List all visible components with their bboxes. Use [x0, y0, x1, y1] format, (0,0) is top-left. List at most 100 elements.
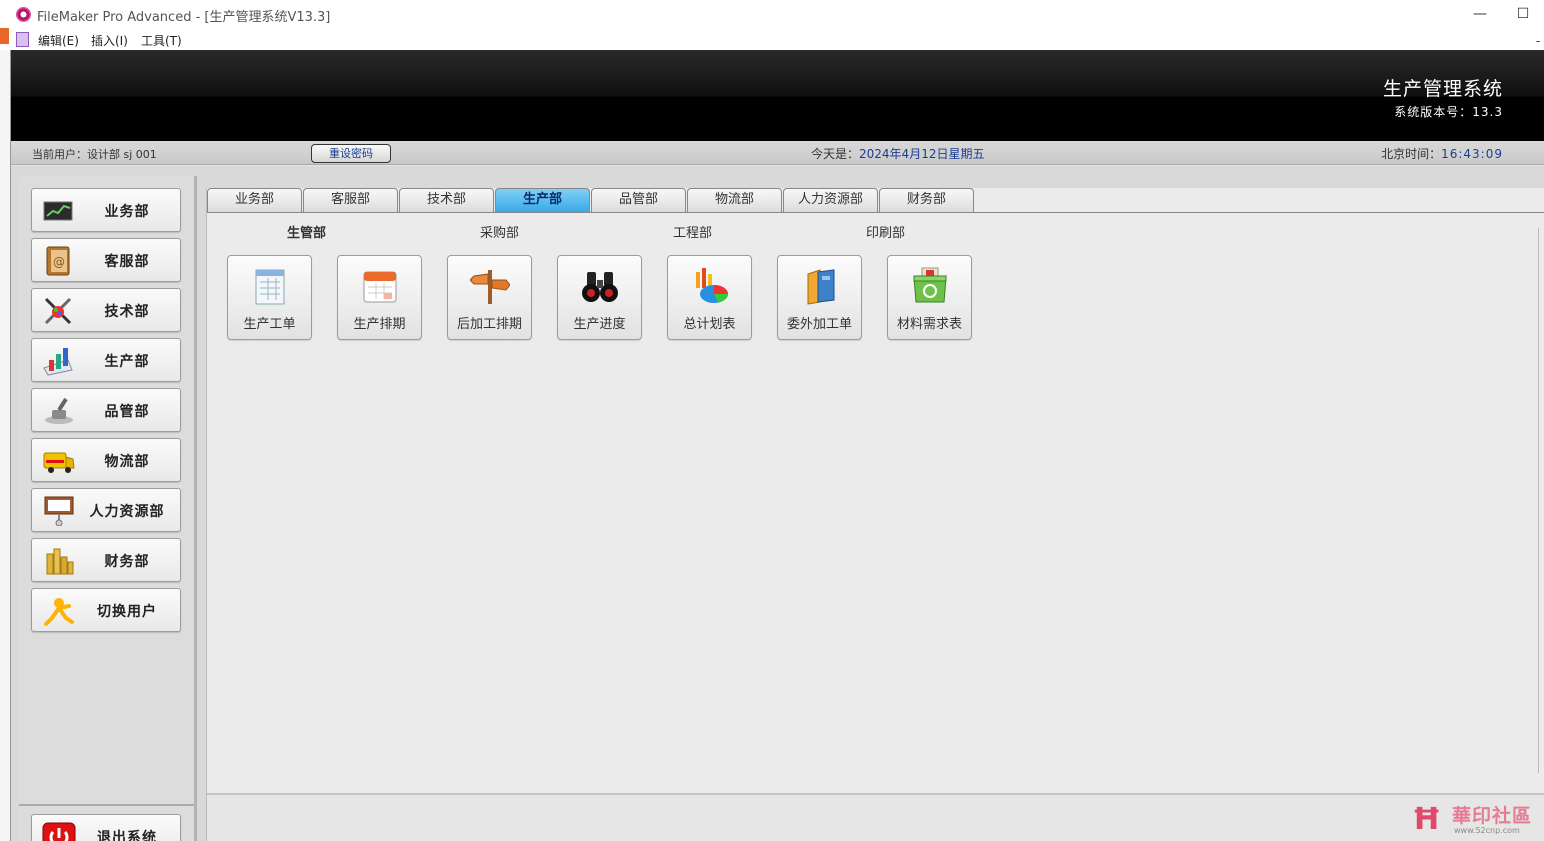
watermark: Ħ 華印社區 www.52cnp.com: [1412, 801, 1542, 839]
sidebar-divider: [19, 804, 194, 806]
tab-technical[interactable]: 技术部: [399, 188, 494, 212]
today-value: 2024年4月12日星期五: [859, 147, 985, 161]
sidebar-item-logistics[interactable]: 物流部: [31, 438, 181, 482]
sidebar-item-finance[interactable]: 财务部: [31, 538, 181, 582]
beijing-time: 北京时间：16:43:09: [1381, 145, 1503, 162]
chart-board-icon: [43, 201, 73, 221]
status-bar: 当前用户：设计部 sj 001 重设密码 今天是：2024年4月12日星期五 北…: [11, 141, 1544, 165]
time-value: 16:43:09: [1441, 147, 1503, 161]
sidebar-item-label: 财务部: [104, 554, 150, 570]
sidebar: 业务部 @ 客服部 技术部 生产部 品管部 物流部 人力资源部 财务部 切换用户…: [19, 176, 197, 841]
svg-text:@: @: [53, 255, 65, 269]
delivery-truck-icon: [43, 452, 75, 473]
sidebar-item-label: 业务部: [104, 204, 150, 220]
sidebar-item-production[interactable]: 生产部: [31, 338, 181, 382]
folder-icon: [807, 269, 835, 305]
tools-palette-icon: [44, 297, 72, 325]
menu-edit[interactable]: 编辑(E): [38, 32, 79, 49]
content-footer: Ħ 華印社區 www.52cnp.com: [207, 793, 1544, 841]
maximize-button[interactable]: ☐: [1513, 4, 1533, 24]
calendar-icon: [363, 271, 397, 303]
sidebar-item-label: 技术部: [104, 304, 150, 320]
current-user-text: 当前用户：设计部 sj 001: [32, 148, 157, 161]
post-processing-schedule-label: 后加工排期: [456, 317, 522, 332]
body-area: 业务部 @ 客服部 技术部 生产部 品管部 物流部 人力资源部 财务部 切换用户…: [11, 166, 1544, 841]
section-label-printing: 印刷部: [866, 226, 906, 241]
watermark-logo-icon: Ħ: [1412, 802, 1442, 837]
production-progress-label: 生产进度: [573, 317, 626, 332]
tab-production[interactable]: 生产部: [495, 188, 590, 212]
minimize-button[interactable]: —: [1470, 4, 1490, 24]
sidebar-item-label: 物流部: [104, 454, 150, 470]
sidebar-item-hr[interactable]: 人力资源部: [31, 488, 181, 532]
today-label: 今天是：: [811, 147, 860, 161]
power-icon: [42, 822, 76, 841]
sidebar-item-label: 人力资源部: [89, 504, 165, 520]
window-title-bar: FileMaker Pro Advanced - [生产管理系统V13.3] —…: [0, 0, 1544, 28]
master-plan-label: 总计划表: [683, 317, 736, 332]
section-label-purchasing: 采购部: [480, 226, 520, 241]
document-minimize-button[interactable]: -: [1536, 34, 1540, 48]
post-processing-schedule-button[interactable]: 后加工排期: [447, 255, 532, 340]
content-scrollbar[interactable]: [1538, 228, 1539, 773]
sidebar-item-quality[interactable]: 品管部: [31, 388, 181, 432]
app-frame: 生产管理系统 系统版本号：13.3 当前用户：设计部 sj 001 重设密码 今…: [10, 50, 1544, 841]
switch-user-button[interactable]: 切换用户: [31, 588, 181, 632]
user-switch-icon: [44, 598, 74, 626]
section-label-engineering: 工程部: [673, 226, 713, 241]
menu-tools[interactable]: 工具(T): [141, 32, 182, 49]
tab-customer-service[interactable]: 客服部: [303, 188, 398, 212]
work-order-button[interactable]: 生产工单: [227, 255, 312, 340]
sidebar-item-label: 切换用户: [97, 604, 157, 620]
address-book-icon: @: [46, 246, 70, 276]
tab-divider: [207, 212, 1544, 213]
sidebar-item-business[interactable]: 业务部: [31, 188, 181, 232]
material-requirement-label: 材料需求表: [896, 317, 962, 332]
document-icon: [16, 32, 29, 47]
binoculars-icon: [582, 272, 618, 302]
watermark-text: 華印社區: [1452, 805, 1533, 827]
window-title: FileMaker Pro Advanced - [生产管理系统V13.3]: [37, 10, 331, 25]
master-plan-button[interactable]: 总计划表: [667, 255, 752, 340]
pie-chart-icon: [696, 268, 728, 303]
exit-system-label: 退出系统: [97, 830, 157, 841]
production-schedule-button[interactable]: 生产排期: [337, 255, 422, 340]
recycle-bin-icon: [913, 267, 947, 303]
reset-password-button[interactable]: 重设密码: [311, 144, 391, 163]
outsourcing-order-label: 委外加工单: [786, 317, 852, 332]
tab-business[interactable]: 业务部: [207, 188, 302, 212]
signpost-icon: [470, 270, 510, 304]
menu-insert[interactable]: 插入(I): [91, 32, 128, 49]
outsourcing-order-button[interactable]: 委外加工单: [777, 255, 862, 340]
menu-bar: 编辑(E) 插入(I) 工具(T) -: [0, 28, 1544, 50]
exit-system-button[interactable]: 退出系统: [31, 814, 181, 841]
section-label-production-control: 生管部: [287, 226, 327, 241]
coins-icon: [46, 548, 74, 575]
sidebar-item-technical[interactable]: 技术部: [31, 288, 181, 332]
material-requirement-button[interactable]: 材料需求表: [887, 255, 972, 340]
sidebar-item-label: 品管部: [104, 404, 150, 420]
time-label: 北京时间：: [1381, 147, 1442, 161]
tab-quality[interactable]: 品管部: [591, 188, 686, 212]
app-header: 生产管理系统 系统版本号：13.3: [11, 50, 1544, 141]
tab-logistics[interactable]: 物流部: [687, 188, 782, 212]
tab-hr[interactable]: 人力资源部: [783, 188, 878, 212]
today-date: 今天是：2024年4月12日星期五: [811, 145, 984, 162]
background-window-edge: [0, 28, 9, 44]
sidebar-item-customer-service[interactable]: @ 客服部: [31, 238, 181, 282]
system-version: 系统版本号：13.3: [1394, 105, 1503, 119]
production-schedule-label: 生产排期: [353, 317, 406, 332]
content-panel: 业务部 客服部 技术部 生产部 品管部 物流部 人力资源部 财务部 生管部 采购…: [206, 188, 1544, 841]
stamp-icon: [45, 397, 73, 424]
bar-chart-icon: [43, 348, 73, 376]
production-progress-button[interactable]: 生产进度: [557, 255, 642, 340]
sidebar-item-label: 生产部: [104, 354, 150, 370]
left-edge-strip: [0, 50, 10, 841]
filemaker-app-icon: [16, 7, 31, 22]
work-order-icon: [255, 269, 285, 305]
system-title: 生产管理系统: [1382, 78, 1503, 100]
work-order-label: 生产工单: [243, 317, 296, 332]
sidebar-item-label: 客服部: [104, 254, 150, 270]
presentation-board-icon: [44, 496, 74, 526]
tab-finance[interactable]: 财务部: [879, 188, 974, 212]
